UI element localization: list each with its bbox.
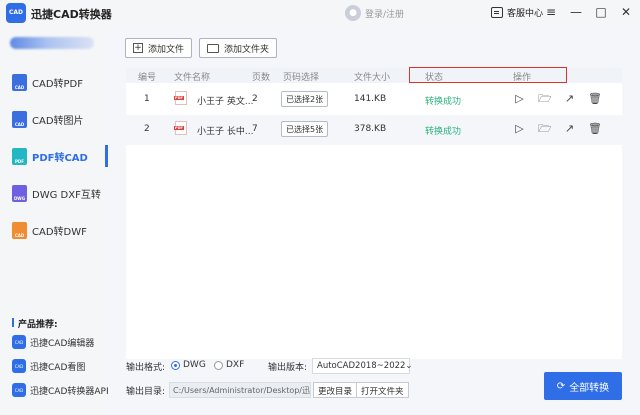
- row-filename: 小王子 长中...: [197, 127, 254, 137]
- row-status: 转换成功: [425, 127, 462, 137]
- header-name: 文件名称: [174, 73, 211, 83]
- page-select-button[interactable]: 已选择2张: [281, 91, 329, 107]
- highlight-box: [409, 67, 567, 83]
- header-size: 文件大小: [354, 73, 391, 83]
- pdf-to-cad-icon: PDF: [12, 147, 27, 165]
- add-file-button[interactable]: + 添加文件: [125, 38, 193, 58]
- recommend-item-cad-app[interactable]: CAD 迅捷CAD转换器APP: [12, 383, 111, 397]
- customer-service-button[interactable]: 客服中心: [491, 6, 543, 19]
- dwg-dxf-icon: DWG: [12, 184, 27, 202]
- sidebar-item-label: CAD转PDF: [32, 78, 84, 90]
- format-dxf-label[interactable]: DXF: [226, 360, 244, 370]
- recommend-item-cad-editor[interactable]: CAD 迅捷CAD编辑器: [12, 335, 94, 349]
- row-size: 141.KB: [354, 94, 387, 104]
- format-dwg-radio[interactable]: [171, 361, 180, 370]
- maximize-icon[interactable]: □: [595, 5, 607, 19]
- cad-to-pdf-icon: CAD: [12, 73, 27, 91]
- add-folder-label: 添加文件夹: [224, 44, 270, 55]
- table-header: 编号 文件名称 页数 页码选择 文件大小 状态 操作: [126, 67, 622, 83]
- customer-service-label: 客服中心: [507, 9, 544, 19]
- title-bar: CAD 迅捷CAD转换器 ● 登录/注册 客服中心 ≡ — □ ✕: [0, 0, 640, 26]
- sidebar-item-dwg-dxf[interactable]: DWG DWG DXF互转: [0, 178, 108, 208]
- cad-to-dwf-icon: CAD: [12, 221, 27, 239]
- app-logo-icon: CAD: [6, 3, 26, 23]
- sidebar-item-label: CAD转图片: [32, 115, 84, 127]
- pdf-file-icon: [174, 121, 187, 135]
- close-icon[interactable]: ✕: [620, 5, 632, 19]
- share-icon[interactable]: ↗: [563, 92, 576, 105]
- folder-icon[interactable]: 🗁: [538, 122, 552, 135]
- login-link[interactable]: ● 登录/注册: [345, 5, 404, 21]
- table-row: 1 小王子 英文... 2 已选择2张 141.KB 转换成功 ▷ 🗁 ↗ 🗑: [126, 85, 622, 115]
- folder-icon[interactable]: 🗁: [538, 92, 552, 105]
- recommend-item-label: 迅捷CAD编辑器: [30, 338, 95, 349]
- header-page-select: 页码选择: [283, 73, 320, 83]
- sidebar-item-label: CAD转DWF: [32, 226, 87, 238]
- user-avatar-icon: ●: [345, 5, 361, 21]
- version-value: AutoCAD2018~2022: [317, 361, 406, 371]
- row-pages: 2: [252, 94, 258, 104]
- format-label: 输出格式:: [126, 363, 166, 373]
- recommend-item-label: 迅捷CAD看图: [30, 362, 86, 373]
- row-pages: 7: [252, 124, 258, 134]
- app-title: 迅捷CAD转换器: [31, 8, 112, 21]
- chevron-down-icon: ⌄: [405, 361, 413, 371]
- format-dxf-radio[interactable]: [214, 361, 223, 370]
- sidebar-item-cad-to-dwf[interactable]: CAD CAD转DWF: [0, 215, 108, 245]
- convert-all-button[interactable]: ⟳ 全部转换: [544, 372, 622, 400]
- row-index: 1: [144, 94, 150, 104]
- cad-viewer-icon: CAD: [12, 359, 26, 373]
- file-table: 编号 文件名称 页数 页码选择 文件大小 状态 操作 1 小王子 英文... 2…: [126, 67, 622, 359]
- sidebar-item-label: DWG DXF互转: [32, 189, 101, 201]
- share-icon[interactable]: ↗: [563, 122, 576, 135]
- delete-icon[interactable]: 🗑: [588, 122, 602, 135]
- header-pages: 页数: [252, 73, 271, 83]
- folder-plus-icon: [207, 43, 219, 53]
- main-panel: + 添加文件 添加文件夹 编号 文件名称 页数 页码选择 文件大小 状态 操作 …: [108, 26, 640, 415]
- sidebar-item-cad-to-pdf[interactable]: CAD CAD转PDF: [0, 67, 108, 97]
- minimize-icon[interactable]: —: [570, 5, 582, 19]
- cad-to-image-icon: CAD: [12, 110, 27, 128]
- sidebar: CAD CAD转PDF CAD CAD转图片 PDF PDF转CAD DWG D…: [0, 26, 111, 415]
- sidebar-item-pdf-to-cad[interactable]: PDF PDF转CAD: [0, 141, 108, 171]
- sidebar-item-cad-to-image[interactable]: CAD CAD转图片: [0, 104, 108, 134]
- change-dir-button[interactable]: 更改目录: [313, 382, 358, 398]
- refresh-icon: ⟳: [556, 380, 566, 392]
- cad-editor-icon: CAD: [12, 335, 26, 349]
- add-folder-button[interactable]: 添加文件夹: [199, 38, 278, 58]
- format-dwg-label[interactable]: DWG: [183, 360, 206, 370]
- page-select-button[interactable]: 已选择5张: [281, 121, 329, 137]
- cad-app-icon: CAD: [12, 383, 26, 397]
- row-index: 2: [144, 124, 150, 134]
- delete-icon[interactable]: 🗑: [588, 92, 602, 105]
- row-filename: 小王子 英文...: [197, 97, 254, 107]
- user-profile-blurred[interactable]: [10, 37, 94, 49]
- recommend-title: 产品推荐:: [12, 317, 58, 330]
- menu-icon[interactable]: ≡: [545, 5, 557, 19]
- pdf-file-icon: [174, 91, 187, 105]
- header-index: 编号: [138, 73, 157, 83]
- version-label: 输出版本:: [268, 363, 308, 373]
- plus-icon: +: [133, 43, 143, 53]
- sidebar-item-label: PDF转CAD: [32, 152, 88, 164]
- play-icon[interactable]: ▷: [513, 92, 526, 105]
- open-folder-button[interactable]: 打开文件夹: [356, 382, 409, 398]
- recommend-item-label: 迅捷CAD转换器APP: [30, 386, 112, 397]
- dir-label: 输出目录:: [126, 387, 166, 397]
- add-file-label: 添加文件: [148, 44, 185, 55]
- output-path-field[interactable]: C:/Users/Administrator/Desktop/迅...: [169, 382, 311, 398]
- convert-all-label: 全部转换: [569, 382, 610, 394]
- chat-icon: [491, 7, 503, 18]
- row-size: 378.KB: [354, 124, 387, 134]
- recommend-item-cad-viewer[interactable]: CAD 迅捷CAD看图: [12, 359, 85, 373]
- login-label: 登录/注册: [365, 9, 405, 20]
- play-icon[interactable]: ▷: [513, 122, 526, 135]
- table-row: 2 小王子 长中... 7 已选择5张 378.KB 转换成功 ▷ 🗁 ↗ 🗑: [126, 115, 622, 145]
- row-status: 转换成功: [425, 97, 462, 107]
- version-select[interactable]: AutoCAD2018~2022 ⌄: [312, 358, 413, 374]
